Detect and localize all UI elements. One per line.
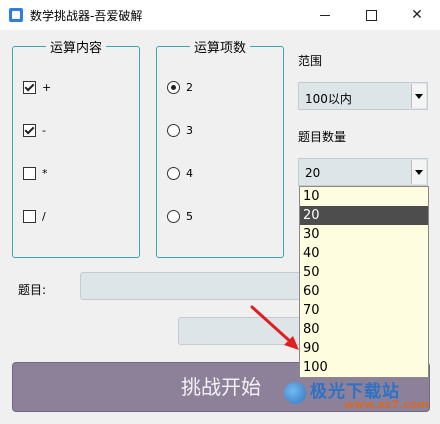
annotation-arrow-icon [250,305,299,350]
